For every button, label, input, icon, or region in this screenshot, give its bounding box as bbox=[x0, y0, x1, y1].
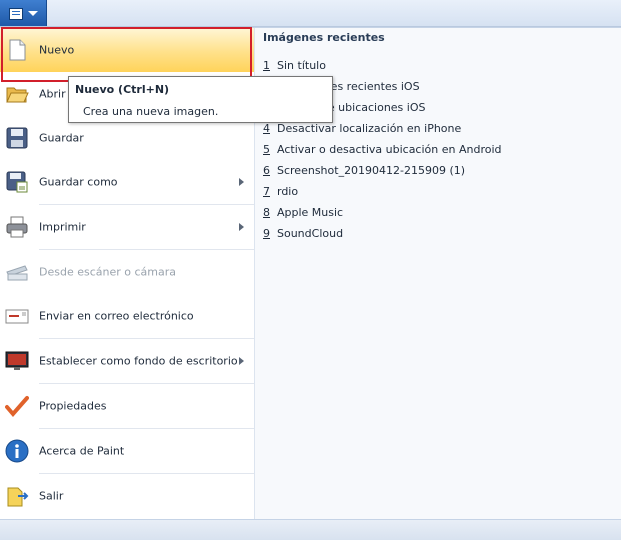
status-bar bbox=[0, 519, 621, 540]
open-folder-icon bbox=[5, 82, 29, 106]
recent-item[interactable]: 5 Activar o desactiva ubicación en Androi… bbox=[263, 139, 502, 160]
menu-item-enviar-correo[interactable]: Enviar en correo electrónico bbox=[0, 294, 254, 338]
save-disk-icon bbox=[5, 126, 29, 150]
menu-item-guardar-como[interactable]: Guardar como bbox=[0, 160, 254, 204]
save-as-icon bbox=[5, 170, 29, 194]
menu-item-acerca-de[interactable]: Acerca de Paint bbox=[0, 429, 254, 473]
highlight-annotation-box bbox=[1, 27, 252, 82]
paint-menu-button[interactable] bbox=[0, 0, 47, 26]
menu-item-label: Establecer como fondo de escritorio bbox=[39, 354, 238, 368]
tooltip-title: Nuevo (Ctrl+N) bbox=[75, 83, 170, 96]
submenu-arrow-icon bbox=[239, 223, 244, 231]
menu-item-desde-escaner[interactable]: Desde escáner o cámara bbox=[0, 250, 254, 294]
recent-item[interactable]: 8 Apple Music bbox=[263, 202, 502, 223]
menu-item-fondo-escritorio[interactable]: Establecer como fondo de escritorio bbox=[0, 339, 254, 383]
submenu-arrow-icon bbox=[239, 357, 244, 365]
properties-check-icon bbox=[5, 394, 29, 418]
menu-item-label: Imprimir bbox=[39, 220, 86, 234]
paint-menu-icon bbox=[9, 8, 23, 20]
menu-item-salir[interactable]: Salir bbox=[0, 474, 254, 518]
exit-icon bbox=[5, 484, 29, 508]
desktop-background-icon bbox=[5, 349, 29, 373]
recent-item[interactable]: 7 rdio bbox=[263, 181, 502, 202]
menu-item-label: Propiedades bbox=[39, 399, 107, 413]
menu-item-label: Enviar en correo electrónico bbox=[39, 309, 194, 323]
recent-item[interactable]: 6 Screenshot_20190412-215909 (1) bbox=[263, 160, 502, 181]
menu-item-label: Desde escáner o cámara bbox=[39, 265, 176, 279]
ribbon-top-bar bbox=[0, 0, 621, 27]
menu-item-label: Abrir bbox=[39, 87, 66, 101]
recent-images-title: Imágenes recientes bbox=[263, 31, 385, 44]
menu-item-label: Acerca de Paint bbox=[39, 444, 125, 458]
recent-item[interactable]: 1 Sin título bbox=[263, 55, 502, 76]
menu-item-label: Guardar como bbox=[39, 175, 118, 189]
email-icon bbox=[5, 304, 29, 328]
scanner-icon bbox=[5, 260, 29, 284]
menu-item-label: Salir bbox=[39, 489, 64, 503]
printer-icon bbox=[5, 215, 29, 239]
chevron-down-icon bbox=[28, 11, 38, 16]
menu-item-propiedades[interactable]: Propiedades bbox=[0, 384, 254, 428]
tooltip-description: Crea una nueva imagen. bbox=[83, 105, 219, 118]
info-icon bbox=[5, 439, 29, 463]
submenu-arrow-icon bbox=[239, 178, 244, 186]
paint-application: Nuevo Abrir Guardar Guardar como Imprimi… bbox=[0, 0, 621, 540]
tooltip-nuevo: Nuevo (Ctrl+N) Crea una nueva imagen. bbox=[68, 76, 333, 123]
menu-item-imprimir[interactable]: Imprimir bbox=[0, 205, 254, 249]
menu-item-label: Guardar bbox=[39, 131, 84, 145]
recent-item[interactable]: 9 SoundCloud bbox=[263, 223, 502, 244]
